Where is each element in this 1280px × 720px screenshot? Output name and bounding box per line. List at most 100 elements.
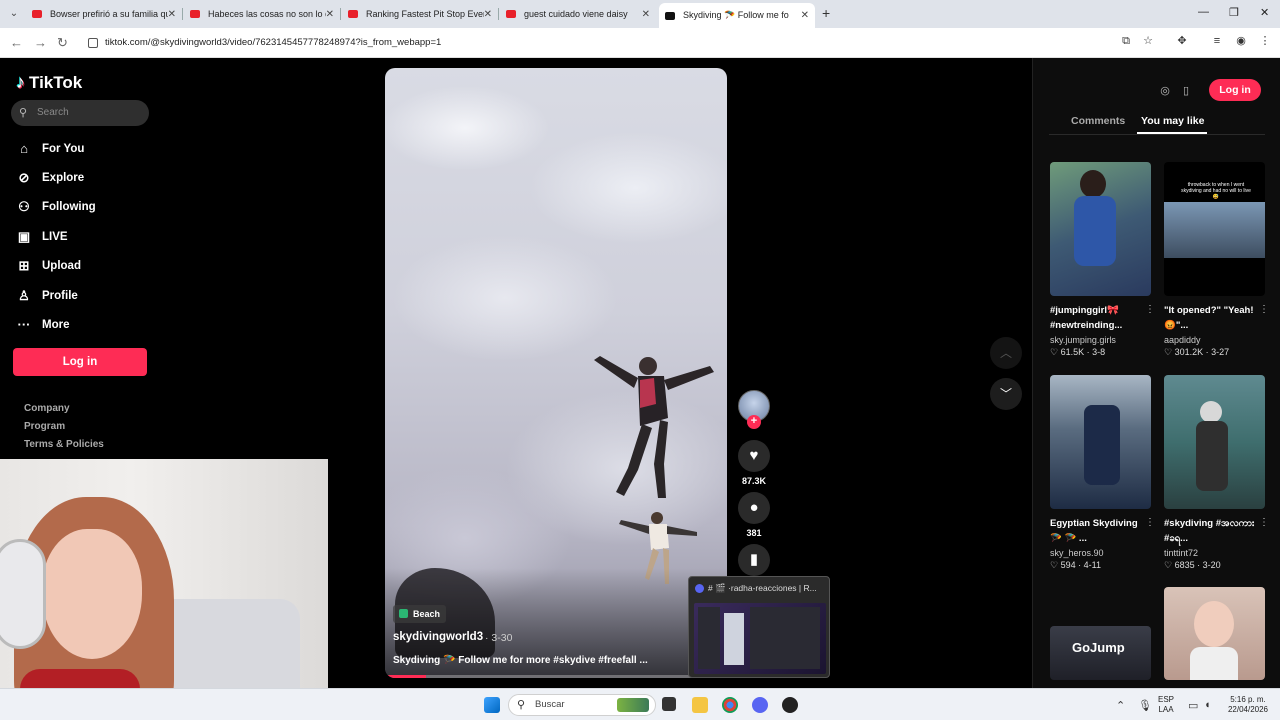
taskbar-window-preview[interactable]: # 🎬 ·radha-reacciones | R... xyxy=(688,576,830,678)
browser-tab-active[interactable]: Skydiving 🪂 Follow me fo ✕ xyxy=(659,3,815,28)
right-panel: ◎ ▯ Log in Comments You may like #jumpin… xyxy=(1032,58,1280,688)
heart-outline-icon: ♡ xyxy=(1050,560,1059,570)
sidebar-item-upload[interactable]: ⊞ Upload xyxy=(16,258,81,274)
tab-separator xyxy=(182,8,183,20)
chevron-up-icon[interactable]: ⌃ xyxy=(1116,699,1125,712)
language-indicator[interactable]: ESP LAA xyxy=(1158,695,1174,715)
close-tab-icon[interactable]: ✕ xyxy=(642,9,650,20)
tab-search-chevron-icon[interactable]: ⌄ xyxy=(6,6,22,22)
video-progress-bar[interactable] xyxy=(385,675,727,678)
card-menu-icon[interactable]: ⋮ xyxy=(1259,517,1269,528)
compass-icon[interactable]: ◎ xyxy=(1156,82,1174,100)
windows-start-icon[interactable] xyxy=(484,697,500,713)
browser-menu-icon[interactable]: ⋮ xyxy=(1259,35,1271,47)
suggested-video-card[interactable]: throwback to when I went skydiving and h… xyxy=(1164,162,1269,358)
browser-tab-2[interactable]: Habeces las cosas no son lo qu ✕ xyxy=(184,3,340,25)
card-date: 3-27 xyxy=(1211,347,1230,357)
sidebar-item-live[interactable]: ▣ LIVE xyxy=(16,229,68,245)
following-icon: ⚇ xyxy=(18,199,30,214)
tab-comments[interactable]: Comments xyxy=(1071,115,1125,127)
follow-plus-icon[interactable]: + xyxy=(747,415,761,429)
thumbnail-caption: throwback to when I went skydiving and h… xyxy=(1181,182,1251,200)
comment-button[interactable]: ● xyxy=(738,492,770,524)
close-tab-icon[interactable]: ✕ xyxy=(326,9,334,20)
card-menu-icon[interactable]: ⋮ xyxy=(1145,517,1155,528)
location-tag[interactable]: Beach xyxy=(393,605,447,623)
back-arrow-icon[interactable]: ← xyxy=(10,35,23,50)
discord-taskbar-icon[interactable] xyxy=(752,697,768,713)
card-date: 3-8 xyxy=(1092,347,1106,357)
task-view-icon[interactable] xyxy=(662,697,676,711)
close-window-button[interactable]: ✕ xyxy=(1260,6,1269,19)
sidebar-item-profile[interactable]: ♙ Profile xyxy=(16,288,78,304)
browser-tab-1[interactable]: Bowser prefirió a su familia que ✕ xyxy=(26,3,182,25)
site-info-icon[interactable] xyxy=(88,38,98,48)
tiktok-logo[interactable]: ♪ TikTok xyxy=(16,72,82,93)
footer-link-program[interactable]: Program xyxy=(24,421,65,432)
reload-icon[interactable]: ↻ xyxy=(57,35,68,51)
like-button[interactable]: ♥ xyxy=(738,440,770,472)
sidebar-item-explore[interactable]: ⊘ Explore xyxy=(16,170,85,186)
search-input[interactable]: ⚲ Search xyxy=(11,100,149,126)
card-likes: 61.5K xyxy=(1060,347,1085,357)
browser-tab-3[interactable]: Ranking Fastest Pit Stop Ever ✕ xyxy=(342,3,498,25)
suggested-video-card[interactable]: GoJump xyxy=(1050,626,1151,680)
file-explorer-icon[interactable] xyxy=(692,697,708,713)
media-control-icon[interactable]: ≡ xyxy=(1211,35,1223,47)
more-icon: ··· xyxy=(17,317,31,332)
bookmark-star-icon[interactable]: ☆ xyxy=(1142,35,1154,47)
suggested-video-card[interactable]: Egyptian Skydiving 🪂 🪂 ... ⋮ sky_heros.9… xyxy=(1050,375,1155,571)
new-tab-button[interactable]: + xyxy=(822,5,830,21)
device-icon[interactable]: ▯ xyxy=(1177,82,1195,100)
suggested-video-card[interactable]: #skydiving #အလကား #ခရ... ⋮ tinttint72 ♡ … xyxy=(1164,375,1269,571)
obs-icon[interactable] xyxy=(782,697,798,713)
video-player[interactable]: Beach skydivingworld3 · 3-30 Skydiving 🪂… xyxy=(385,68,727,678)
home-icon: ⌂ xyxy=(20,141,28,156)
sidebar-item-following[interactable]: ⚇ Following xyxy=(16,199,95,215)
like-count: 87.3K xyxy=(741,476,767,486)
heart-outline-icon: ♡ xyxy=(1164,560,1173,570)
headphones-shape xyxy=(0,539,46,649)
install-app-icon[interactable]: ⧉ xyxy=(1120,35,1132,47)
close-tab-icon[interactable]: ✕ xyxy=(801,10,809,21)
tab-you-may-like[interactable]: You may like xyxy=(1141,115,1204,127)
video-author[interactable]: skydivingworld3 xyxy=(393,631,483,643)
youtube-icon xyxy=(190,10,200,18)
thumb-pane xyxy=(750,607,820,669)
compass-icon: ⊘ xyxy=(18,170,30,185)
card-menu-icon[interactable]: ⋮ xyxy=(1145,304,1155,315)
microphone-icon[interactable]: 🎙 xyxy=(1138,699,1152,712)
clock[interactable]: 5:16 p. m. 22/04/2026 xyxy=(1222,695,1274,715)
sidebar-login-button[interactable]: Log in xyxy=(13,348,147,376)
sidebar-item-for-you[interactable]: ⌂ For You xyxy=(16,141,84,156)
maximize-button[interactable]: ❐ xyxy=(1229,6,1239,19)
speaker-icon[interactable]: ◖ xyxy=(1204,699,1211,711)
video-date: · 3-30 xyxy=(485,632,513,644)
monitor-icon[interactable]: ▭ xyxy=(1188,699,1198,712)
card-menu-icon[interactable]: ⋮ xyxy=(1259,304,1269,315)
suggested-video-card[interactable]: #jumpinggirl🎀 #newtreinding... ⋮ sky.jum… xyxy=(1050,162,1155,358)
save-button[interactable]: ▮ xyxy=(738,544,770,576)
footer-link-terms[interactable]: Terms & Policies xyxy=(24,439,104,450)
upload-icon: ⊞ xyxy=(18,258,30,273)
header-login-button[interactable]: Log in xyxy=(1209,79,1261,101)
profile-avatar-icon[interactable]: ◉ xyxy=(1235,35,1247,47)
window-thumbnail xyxy=(694,603,826,674)
card-author: sky.jumping.girls xyxy=(1050,335,1116,345)
sidebar-item-more[interactable]: ··· More xyxy=(16,317,70,332)
chrome-icon[interactable] xyxy=(722,697,738,713)
browser-tab-4[interactable]: guest cuidado viene daisy ✕ xyxy=(500,3,656,25)
forward-arrow-icon[interactable]: → xyxy=(34,35,47,50)
previous-video-button[interactable]: ︿ xyxy=(990,337,1022,369)
extensions-icon[interactable]: ✥ xyxy=(1176,35,1188,47)
video-description[interactable]: Skydiving 🪂 Follow me for more #skydive … xyxy=(393,655,648,666)
close-tab-icon[interactable]: ✕ xyxy=(484,9,492,20)
taskbar-search[interactable]: ⚲ Buscar xyxy=(508,694,656,716)
footer-link-company[interactable]: Company xyxy=(24,403,70,414)
tiktok-note-icon: ♪ xyxy=(16,72,25,92)
url-field[interactable]: tiktok.com/@skydivingworld3/video/762314… xyxy=(80,32,1100,54)
minimize-button[interactable]: — xyxy=(1198,6,1209,18)
next-video-button[interactable]: ﹀ xyxy=(990,378,1022,410)
close-tab-icon[interactable]: ✕ xyxy=(168,9,176,20)
suggested-video-card[interactable] xyxy=(1164,587,1265,680)
